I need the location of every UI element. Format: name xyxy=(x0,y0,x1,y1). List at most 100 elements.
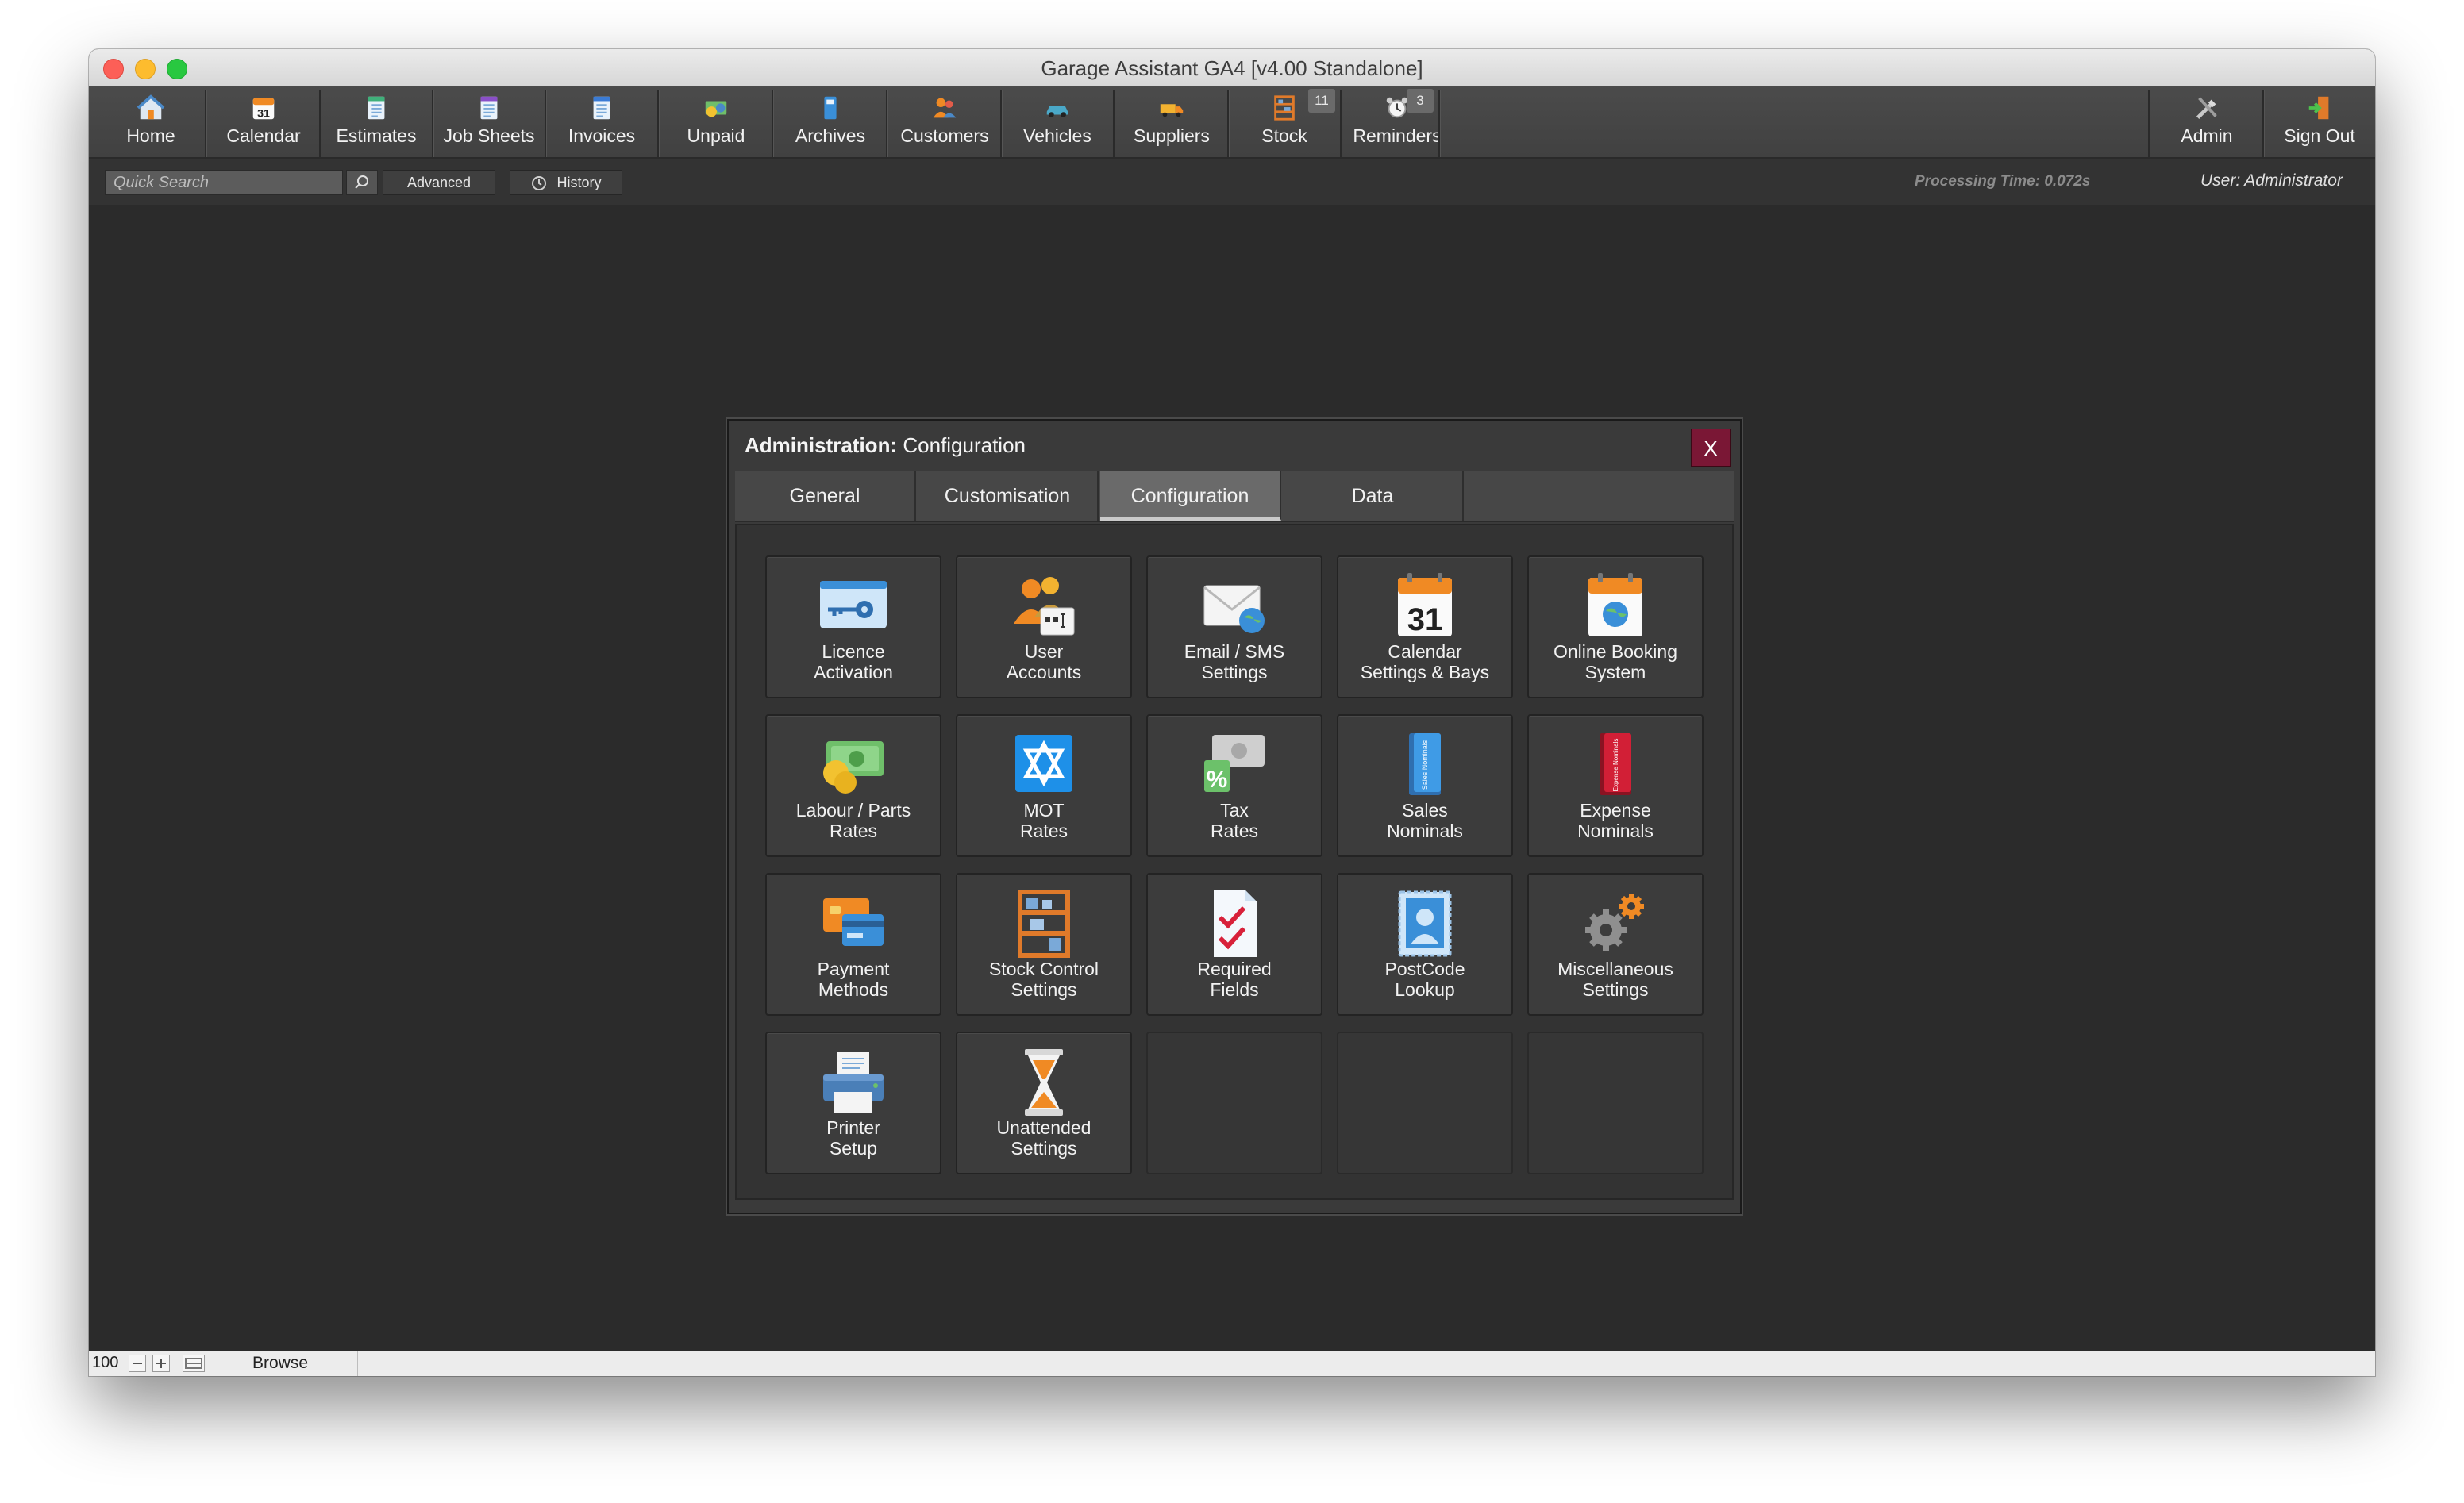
advanced-search-button[interactable]: Advanced xyxy=(383,170,495,195)
job-sheets-icon xyxy=(480,96,498,120)
admin-configuration-dialog: Administration: Configuration X General … xyxy=(727,419,1742,1214)
history-icon xyxy=(532,176,547,191)
expense-nominals-icon: Expense Nominals xyxy=(1600,733,1631,795)
current-user: User: Administrator xyxy=(2200,171,2343,190)
tab-data[interactable]: Data xyxy=(1283,471,1464,521)
home-icon xyxy=(137,94,165,120)
empty-tile xyxy=(1527,1032,1704,1174)
status-bar: 100 Browse xyxy=(89,1351,2375,1376)
hourglass-icon xyxy=(1025,1049,1063,1116)
tile-unattended-settings[interactable]: Unattended Settings xyxy=(956,1032,1132,1174)
tile-licence-activation[interactable]: Licence Activation xyxy=(765,555,941,698)
nav-sign-out[interactable]: Sign Out xyxy=(2264,86,2375,157)
dialog-title-bold: Administration: xyxy=(745,433,898,457)
tile-tax-rates[interactable]: % Tax Rates xyxy=(1146,714,1322,857)
configuration-grid: Licence Activation User Accounts Email /… xyxy=(735,524,1734,1200)
empty-tile xyxy=(1337,1032,1513,1174)
admin-icon xyxy=(2196,97,2217,119)
calendar-icon: 31 xyxy=(252,98,275,120)
history-button[interactable]: History xyxy=(510,170,622,195)
tile-mot-rates[interactable]: MOT Rates xyxy=(956,714,1132,857)
nav-unpaid[interactable]: Unpaid xyxy=(660,86,772,157)
tax-rates-icon: % xyxy=(1204,735,1265,793)
user-accounts-icon xyxy=(1014,577,1075,636)
stock-icon xyxy=(1274,95,1295,121)
window-title: Garage Assistant GA4 [v4.00 Standalone] xyxy=(1041,56,1423,80)
svg-text:Expense Nominals: Expense Nominals xyxy=(1612,739,1619,792)
reminders-count-badge: 3 xyxy=(1407,89,1434,113)
main-toolbar: Home 31 Calendar Estimates Job Sheets In… xyxy=(89,86,2375,206)
history-label: History xyxy=(556,175,602,190)
tile-stock-control-settings[interactable]: Stock Control Settings xyxy=(956,873,1132,1016)
labour-parts-rates-icon xyxy=(823,741,884,794)
main-content: Administration: Configuration X General … xyxy=(89,205,2375,1351)
tile-payment-methods[interactable]: Payment Methods xyxy=(765,873,941,1016)
tile-email-sms-settings[interactable]: Email / SMS Settings xyxy=(1146,555,1322,698)
calendar-settings-icon: 31 xyxy=(1398,573,1452,637)
tile-labour-parts-rates[interactable]: Labour / Parts Rates xyxy=(765,714,941,857)
required-fields-icon xyxy=(1214,890,1257,957)
dialog-tabs: General Customisation Configuration Data xyxy=(735,471,1734,522)
suppliers-icon xyxy=(1160,104,1184,117)
nav-admin[interactable]: Admin xyxy=(2151,86,2262,157)
search-button[interactable] xyxy=(346,170,378,195)
tile-calendar-settings-bays[interactable]: 31 Calendar Settings & Bays xyxy=(1337,555,1513,698)
archives-icon xyxy=(824,96,837,120)
estimates-icon xyxy=(368,96,385,120)
sales-nominals-icon: Sales Nominals xyxy=(1409,733,1441,795)
processing-time: Processing Time: 0.072s xyxy=(1915,173,2091,190)
tile-miscellaneous-settings[interactable]: Miscellaneous Settings xyxy=(1527,873,1704,1016)
postcode-lookup-icon xyxy=(1398,890,1452,957)
svg-text:31: 31 xyxy=(1407,602,1443,637)
miscellaneous-settings-icon xyxy=(1585,894,1644,951)
svg-text:31: 31 xyxy=(257,107,270,120)
tile-online-booking-system[interactable]: Online Booking System xyxy=(1527,555,1704,698)
customers-icon xyxy=(933,98,957,118)
app-window: Garage Assistant GA4 [v4.00 Standalone] … xyxy=(89,49,2375,1376)
sign-out-icon xyxy=(2308,96,2329,120)
nav-calendar[interactable]: 31 Calendar xyxy=(208,86,319,157)
empty-tile xyxy=(1146,1032,1322,1174)
nav-archives[interactable]: Archives xyxy=(775,86,886,157)
mot-rates-icon xyxy=(1015,735,1072,792)
tile-expense-nominals[interactable]: Expense Nominals Expense Nominals xyxy=(1527,714,1704,857)
stock-count-badge: 11 xyxy=(1308,89,1335,113)
toggle-toolbar-button[interactable] xyxy=(183,1355,205,1372)
svg-text:Sales Nominals: Sales Nominals xyxy=(1421,740,1429,790)
dialog-title-rest: Configuration xyxy=(897,433,1026,457)
search-icon xyxy=(355,175,368,189)
window-titlebar: Garage Assistant GA4 [v4.00 Standalone] xyxy=(89,49,2375,86)
dialog-title: Administration: Configuration xyxy=(745,433,1026,458)
nav-home[interactable]: Home xyxy=(95,86,206,157)
zoom-out-button[interactable] xyxy=(129,1355,146,1372)
nav-suppliers[interactable]: Suppliers xyxy=(1116,86,1227,157)
sub-toolbar: Quick Search Advanced History Processing… xyxy=(89,157,2375,206)
toolbar-toggle-icon xyxy=(185,1358,202,1369)
nav-job-sheets[interactable]: Job Sheets xyxy=(433,86,545,157)
tab-general[interactable]: General xyxy=(735,471,916,521)
plus-icon xyxy=(156,1359,166,1368)
tile-postcode-lookup[interactable]: PostCode Lookup xyxy=(1337,873,1513,1016)
tile-user-accounts[interactable]: User Accounts xyxy=(956,555,1132,698)
licence-key-icon xyxy=(820,581,887,628)
tile-sales-nominals[interactable]: Sales Nominals Sales Nominals xyxy=(1337,714,1513,857)
zoom-in-button[interactable] xyxy=(152,1355,170,1372)
nav-vehicles[interactable]: Vehicles xyxy=(1002,86,1113,157)
tab-customisation[interactable]: Customisation xyxy=(918,471,1099,521)
tile-required-fields[interactable]: Required Fields xyxy=(1146,873,1322,1016)
tab-configuration[interactable]: Configuration xyxy=(1100,471,1281,521)
dialog-close-button[interactable]: X xyxy=(1691,429,1731,467)
nav-invoices[interactable]: Invoices xyxy=(546,86,657,157)
nav-estimates[interactable]: Estimates xyxy=(321,86,432,157)
quick-search-input[interactable]: Quick Search xyxy=(105,170,343,195)
nav-customers[interactable]: Customers xyxy=(889,86,1000,157)
email-sms-icon xyxy=(1203,585,1265,633)
online-booking-icon xyxy=(1588,573,1642,636)
nav-bar: Home 31 Calendar Estimates Job Sheets In… xyxy=(89,86,2375,157)
zoom-level: 100 xyxy=(92,1354,119,1371)
nav-reminders[interactable]: Reminders xyxy=(1342,86,1453,157)
svg-text:%: % xyxy=(1207,767,1228,793)
unpaid-icon xyxy=(705,101,727,117)
invoices-icon xyxy=(593,96,610,120)
tile-printer-setup[interactable]: Printer Setup xyxy=(765,1032,941,1174)
